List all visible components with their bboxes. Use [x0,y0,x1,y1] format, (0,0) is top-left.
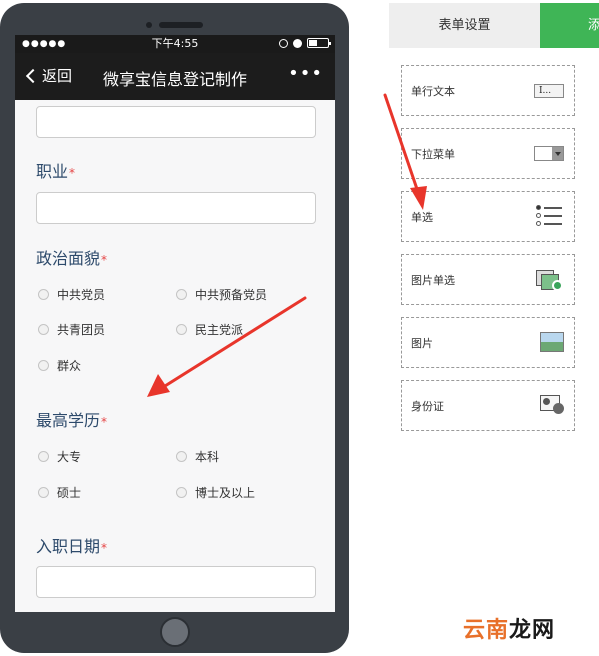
radio-circle-icon [38,289,49,300]
alarm-icon [293,38,302,48]
hire-date-input[interactable] [36,566,316,598]
radio-circle-icon [176,289,187,300]
radio-option[interactable]: 本科 [176,448,219,465]
radio-option[interactable]: 大专 [38,448,81,465]
home-button[interactable] [160,617,190,647]
radio-option[interactable]: 中共预备党员 [176,286,267,303]
occupation-input[interactable] [36,192,316,224]
radio-option[interactable]: 民主党派 [176,321,243,338]
field-label-education: 最高学历* [36,411,108,430]
field-label-political-status: 政治面貌* [36,249,108,268]
widget-label: 单选 [411,211,433,224]
radio-option[interactable]: 共青团员 [38,321,105,338]
widget-label: 图片 [411,337,433,350]
phone-screen: ●●●●● 下午4:55 返回 微享宝信息登记制作 ••• 职业* 政治面貌* … [15,35,335,612]
tab-add-field[interactable]: 添加 [540,3,599,48]
widget-label: 下拉菜单 [411,148,455,161]
widget-image[interactable]: 图片 [401,317,575,368]
widget-label: 单行文本 [411,85,455,98]
panel-tabs: 表单设置 添加 [389,3,599,48]
nav-bar: 返回 微享宝信息登记制作 ••• [15,53,335,100]
watermark-logo: 云南龙网 [463,617,556,643]
id-card-icon [540,393,564,415]
radio-circle-icon [176,451,187,462]
radio-list-icon [536,205,564,229]
radio-circle-icon [38,487,49,498]
radio-circle-icon [38,324,49,335]
radio-circle-icon [38,451,49,462]
field-label-occupation: 职业* [36,162,76,181]
radio-circle-icon [38,360,49,371]
battery-icon [307,38,331,48]
widget-single-line-text[interactable]: 单行文本 I... [401,65,575,116]
required-mark: * [101,415,108,429]
phone-mockup: ●●●●● 下午4:55 返回 微享宝信息登记制作 ••• 职业* 政治面貌* … [0,3,349,653]
speaker-grille [159,22,203,28]
tab-form-settings[interactable]: 表单设置 [389,3,540,48]
required-mark: * [101,541,108,555]
text-field-icon: I... [534,84,564,98]
camera-icon [146,22,152,28]
radio-option[interactable]: 博士及以上 [176,484,255,501]
radio-option[interactable]: 中共党员 [38,286,105,303]
rotation-lock-icon [279,38,288,48]
field-label-hire-date: 入职日期* [36,537,108,556]
widget-label: 图片单选 [411,274,455,287]
widget-id-card[interactable]: 身份证 [401,380,575,431]
text-input-top[interactable] [36,106,316,138]
radio-circle-icon [176,487,187,498]
widget-radio[interactable]: 单选 [401,191,575,242]
radio-circle-icon [176,324,187,335]
widget-image-radio[interactable]: 图片单选 [401,254,575,305]
image-radio-icon [536,268,564,292]
status-bar: ●●●●● 下午4:55 [15,35,335,53]
required-mark: * [101,253,108,267]
radio-option[interactable]: 硕士 [38,484,81,501]
page-title: 微享宝信息登记制作 [102,70,247,89]
image-icon [540,332,564,352]
widget-dropdown[interactable]: 下拉菜单 [401,128,575,179]
radio-option[interactable]: 群众 [38,357,81,374]
required-mark: * [69,166,76,180]
more-menu-button[interactable]: ••• [288,63,323,84]
widget-label: 身份证 [411,400,444,413]
dropdown-icon [534,146,564,161]
